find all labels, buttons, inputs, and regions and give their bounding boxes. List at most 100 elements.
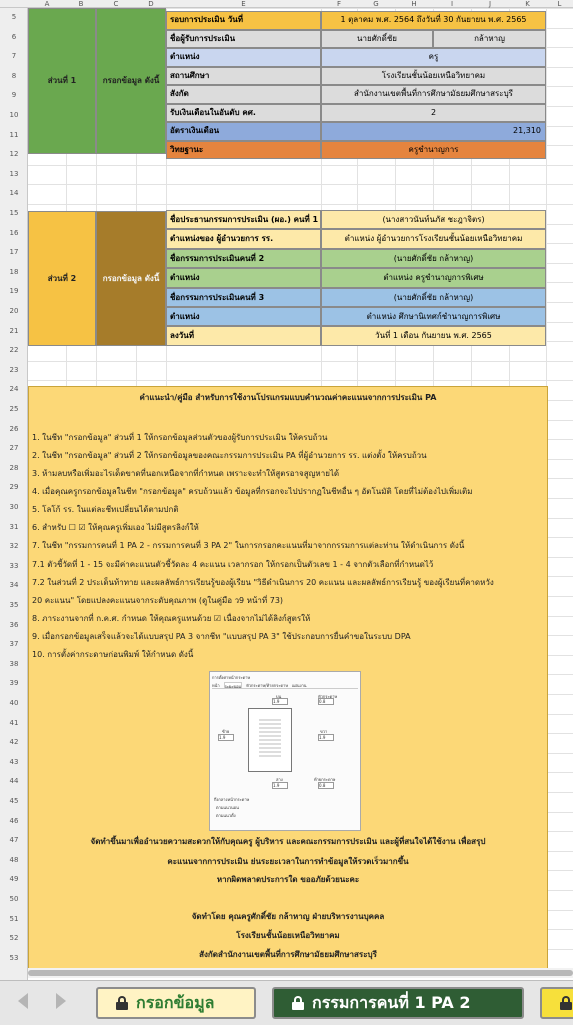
instructions-title: คำแนะนำ/คู่มือ สำหรับการใช้งานโปรแกรมแบบ… xyxy=(139,393,437,402)
row-number[interactable]: 47 xyxy=(0,836,28,844)
sheet-tab-next[interactable] xyxy=(540,987,573,1019)
section2-field-value[interactable]: (นางสาวนันท์นภัส ชะฎาจิตร) xyxy=(321,210,546,230)
row-number[interactable]: 6 xyxy=(0,33,28,41)
row-number[interactable]: 43 xyxy=(0,758,28,766)
row-number[interactable]: 37 xyxy=(0,640,28,648)
section1-field-value[interactable]: 1 ตุลาคม พ.ศ. 2564 ถึงวันที่ 30 กันยายน … xyxy=(321,11,546,30)
row-number[interactable]: 36 xyxy=(0,621,28,629)
row-number[interactable]: 34 xyxy=(0,581,28,589)
row-number[interactable]: 15 xyxy=(0,209,28,217)
section1-field-value[interactable]: สำนักงานเขตพื้นที่การศึกษามัธยมศึกษาสระบ… xyxy=(321,85,546,104)
section1-part-label: ส่วนที่ 1 xyxy=(28,8,96,154)
column-header-b[interactable]: B xyxy=(66,0,96,8)
sheet-tab-fill-data[interactable]: กรอกข้อมูล xyxy=(96,987,256,1019)
next-sheet-arrow-icon[interactable] xyxy=(56,993,66,1009)
row-number[interactable]: 49 xyxy=(0,875,28,883)
row-number[interactable]: 45 xyxy=(0,797,28,805)
column-header-i[interactable]: I xyxy=(433,0,471,8)
horizontal-scroll-thumb[interactable] xyxy=(28,970,573,976)
row-number[interactable]: 26 xyxy=(0,425,28,433)
row-number[interactable]: 40 xyxy=(0,699,28,707)
section2-field-value[interactable]: (นายศักดิ์ชัย กล้าหาญ) xyxy=(321,287,546,307)
row-number[interactable]: 31 xyxy=(0,523,28,531)
footer-margin-value: 0.8 xyxy=(318,782,334,789)
row-number[interactable]: 39 xyxy=(0,679,28,687)
row-number[interactable]: 18 xyxy=(0,268,28,276)
row-number[interactable]: 13 xyxy=(0,170,28,178)
row-number[interactable]: 17 xyxy=(0,248,28,256)
section2-field-label: ลงวันที่ xyxy=(166,326,321,346)
column-header-k[interactable]: K xyxy=(509,0,546,8)
section2-field-value[interactable]: ตำแหน่ง ครูชำนาญการพิเศษ xyxy=(321,268,546,288)
row-number[interactable]: 51 xyxy=(0,915,28,923)
row-number[interactable]: 7 xyxy=(0,52,28,60)
row-number[interactable]: 28 xyxy=(0,464,28,472)
row-number[interactable]: 46 xyxy=(0,817,28,825)
row-number[interactable]: 24 xyxy=(0,385,28,393)
row-number[interactable]: 5 xyxy=(0,13,28,21)
section1-field-value[interactable]: โรงเรียนชั้นน้อยเหนือวิทยาคม xyxy=(321,66,546,85)
column-header-h[interactable]: H xyxy=(395,0,433,8)
section2-part-label: ส่วนที่ 2 xyxy=(28,211,96,346)
sheet-tab-committee-1-label: กรรมการคนที่ 1 PA 2 xyxy=(312,992,471,1012)
row-number[interactable]: 52 xyxy=(0,934,28,942)
row-number[interactable]: 50 xyxy=(0,895,28,903)
horizontal-scroll-track[interactable] xyxy=(28,968,573,978)
row-number[interactable]: 44 xyxy=(0,777,28,785)
row-number[interactable]: 53 xyxy=(0,954,28,962)
header-margin-value: 0.8 xyxy=(318,698,334,705)
section1-field-value[interactable]: ครูชำนาญการ xyxy=(321,140,546,159)
section1-field-value[interactable]: 21,310 xyxy=(321,122,546,141)
row-number[interactable]: 14 xyxy=(0,189,28,197)
column-header-d[interactable]: D xyxy=(136,0,166,8)
row-header-bar: 5 6 7 8 9 10 11 12 13 14 15 16 17 18 19 20 21 22 23 24 25 26 2… xyxy=(0,8,28,980)
row-number[interactable]: 32 xyxy=(0,542,28,550)
row-number[interactable]: 19 xyxy=(0,287,28,295)
row-number[interactable]: 29 xyxy=(0,483,28,491)
left-margin-value: 1.9 xyxy=(218,734,234,741)
row-number[interactable]: 41 xyxy=(0,719,28,727)
grid-line-horizontal xyxy=(28,204,573,205)
row-number[interactable]: 8 xyxy=(0,72,28,80)
row-number[interactable]: 12 xyxy=(0,150,28,158)
row-number[interactable]: 21 xyxy=(0,327,28,335)
prev-sheet-arrow-icon[interactable] xyxy=(18,993,28,1009)
row-number[interactable]: 16 xyxy=(0,229,28,237)
section1-field-label: สถานศึกษา xyxy=(166,66,321,85)
sheet-tab-committee-1[interactable]: กรรมการคนที่ 1 PA 2 xyxy=(272,987,524,1019)
row-number[interactable]: 10 xyxy=(0,111,28,119)
section2-field-value[interactable]: (นายศักดิ์ชัย กล้าหาญ) xyxy=(321,248,546,269)
row-number[interactable]: 35 xyxy=(0,601,28,609)
sheet-tab-fill-data-label: กรอกข้อมูล xyxy=(136,992,215,1012)
row-number[interactable]: 38 xyxy=(0,660,28,668)
column-header-f[interactable]: F xyxy=(321,0,357,8)
row-number[interactable]: 20 xyxy=(0,307,28,315)
instruction-line: 5. โลโก้ รร. ในแต่ละชีทเปลี่ยนได้ตามปกติ xyxy=(32,505,179,514)
row-number[interactable]: 33 xyxy=(0,562,28,570)
column-header-g[interactable]: G xyxy=(357,0,395,8)
column-header-j[interactable]: J xyxy=(471,0,509,8)
section2-field-value[interactable]: ตำแหน่ง ผู้อำนวยการโรงเรียนชั้นน้อยเหนือ… xyxy=(321,229,546,249)
row-number[interactable]: 25 xyxy=(0,405,28,413)
section1-field-value[interactable]: 2 xyxy=(321,103,546,122)
section1-field-value-2[interactable]: กล้าหาญ xyxy=(433,29,546,48)
section2-field-value[interactable]: ตำแหน่ง ศึกษานิเทศก์ชำนาญการพิเศษ xyxy=(321,307,546,327)
section1-field-label: ชื่อผู้รับการประเมิน xyxy=(166,29,321,48)
row-number[interactable]: 23 xyxy=(0,366,28,374)
row-number[interactable]: 9 xyxy=(0,91,28,99)
section1-field-value[interactable]: นายศักดิ์ชัย xyxy=(321,29,433,48)
row-number[interactable]: 48 xyxy=(0,856,28,864)
column-header-l[interactable]: L xyxy=(546,0,573,8)
column-header-e[interactable]: E xyxy=(166,0,321,8)
row-number[interactable]: 30 xyxy=(0,503,28,511)
column-header-a[interactable]: A xyxy=(28,0,66,8)
page-setup-tab-margins: ระยะขอบ xyxy=(223,682,243,689)
row-number[interactable]: 42 xyxy=(0,738,28,746)
row-number[interactable]: 27 xyxy=(0,444,28,452)
section2-field-value[interactable]: วันที่ 1 เดือน กันยายน พ.ศ. 2565 xyxy=(321,326,546,346)
section1-field-value[interactable]: ครู xyxy=(321,48,546,67)
row-number[interactable]: 22 xyxy=(0,346,28,354)
row-number[interactable]: 11 xyxy=(0,131,28,139)
column-header-c[interactable]: C xyxy=(96,0,136,8)
section1-field-label: สังกัด xyxy=(166,85,321,104)
